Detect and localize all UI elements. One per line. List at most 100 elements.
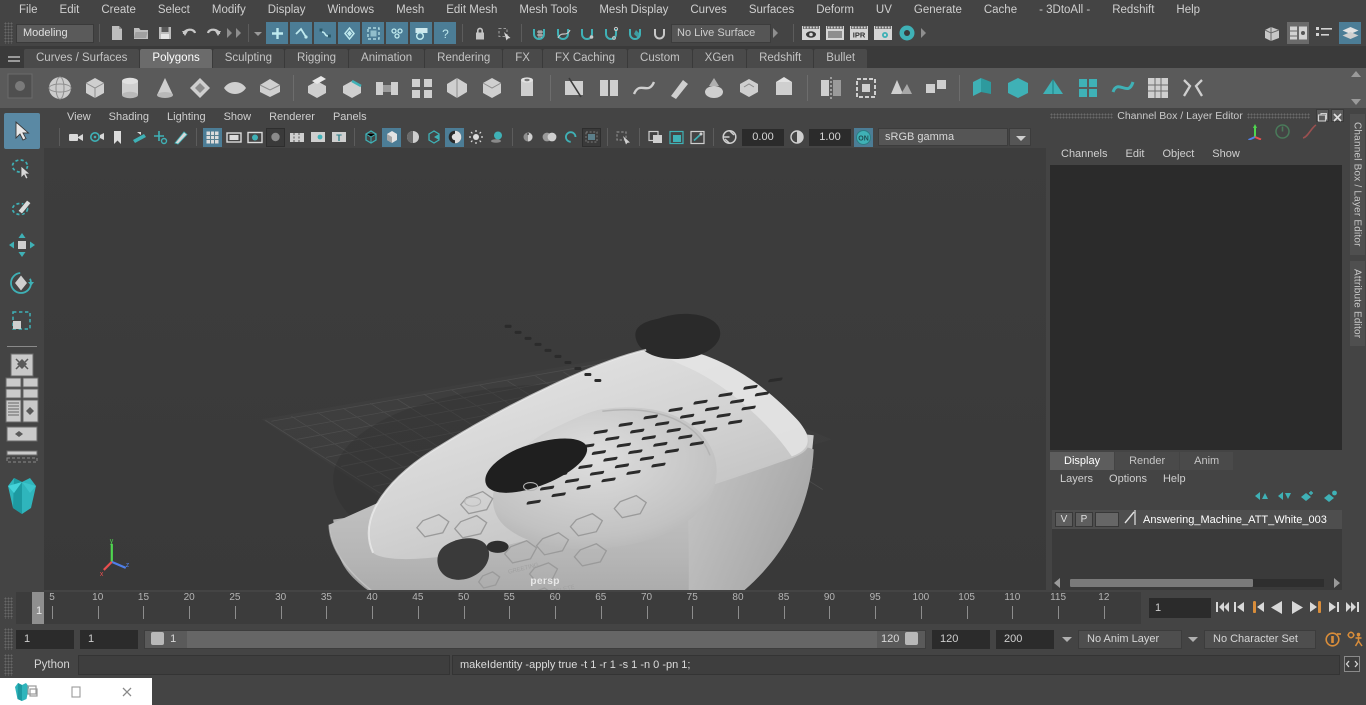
menu-item-3dtoall[interactable]: - 3DtoAll - — [1028, 0, 1101, 20]
view-transform-enabled-icon[interactable]: ON — [854, 127, 873, 147]
poly-pipe-icon[interactable] — [511, 72, 543, 104]
time-slider-gripper[interactable] — [4, 597, 13, 619]
reduce-icon[interactable] — [885, 72, 917, 104]
triangulate-icon[interactable] — [1037, 72, 1069, 104]
poly-extrude-icon[interactable] — [301, 72, 333, 104]
new-layer-from-selected-icon[interactable] — [1323, 489, 1338, 507]
range-end-handle[interactable]: 120 — [877, 630, 925, 648]
show-hide-channel-box-icon[interactable] — [1339, 22, 1361, 44]
film-origin-icon[interactable] — [287, 128, 306, 147]
layer-menu-help[interactable]: Help — [1155, 473, 1194, 485]
menu-item-windows[interactable]: Windows — [316, 0, 385, 20]
shelf-tab-animation[interactable]: Animation — [349, 49, 425, 68]
gate-mask-icon[interactable] — [266, 127, 285, 147]
viewport-menu-view[interactable]: View — [58, 108, 100, 126]
go-to-start-icon[interactable] — [1215, 600, 1230, 616]
range-start-handle[interactable]: 1 — [145, 630, 187, 648]
panel-drag-handle-right[interactable] — [1246, 112, 1310, 119]
grease-pencil-icon[interactable] — [171, 128, 190, 147]
collapse-selection-group-icon[interactable] — [234, 23, 243, 43]
move-tool[interactable] — [4, 227, 40, 263]
hypershade-icon[interactable] — [896, 22, 918, 44]
crease-icon[interactable] — [628, 72, 660, 104]
step-forward-keyframe-icon[interactable] — [1327, 600, 1342, 616]
close-icon[interactable] — [101, 678, 152, 705]
render-sequence-icon[interactable] — [824, 22, 846, 44]
menu-item-edit[interactable]: Edit — [49, 0, 91, 20]
quadrangulate-icon[interactable] — [1072, 72, 1104, 104]
shelf-tab-xgen[interactable]: XGen — [692, 49, 747, 68]
render-view-icon[interactable] — [800, 22, 822, 44]
persp-graph-layout-icon[interactable] — [5, 423, 39, 445]
poly-cylinder-icon[interactable] — [114, 72, 146, 104]
move-layer-up-icon[interactable] — [1254, 489, 1269, 507]
shelf-options-icon[interactable] — [6, 72, 36, 102]
image-plane-icon[interactable] — [129, 128, 148, 147]
snap-to-curve-icon[interactable] — [552, 22, 574, 44]
scroll-right-icon[interactable] — [1334, 578, 1340, 588]
show-hide-tool-settings-icon[interactable] — [1313, 22, 1335, 44]
single-perspective-view-icon[interactable] — [5, 353, 39, 377]
render-settings-icon[interactable] — [872, 22, 894, 44]
multisample-icon[interactable] — [561, 128, 580, 147]
step-back-frame-icon[interactable] — [1251, 600, 1266, 616]
viewport-3d-scene[interactable]: GREETING DELETE · — [44, 148, 1046, 590]
range-handle-grip[interactable] — [151, 632, 164, 646]
viewport-menu-lighting[interactable]: Lighting — [158, 108, 215, 126]
play-backwards-icon[interactable] — [1269, 600, 1286, 616]
panel-drag-handle[interactable] — [1050, 112, 1114, 119]
menu-item-display[interactable]: Display — [257, 0, 317, 20]
viewport-menu-renderer[interactable]: Renderer — [260, 108, 324, 126]
grid-toggle-icon[interactable] — [203, 127, 222, 147]
poly-sphere-icon[interactable] — [44, 72, 76, 104]
animation-end-field[interactable]: 200 — [996, 629, 1054, 649]
poly-booleans-icon[interactable] — [476, 72, 508, 104]
play-forwards-icon[interactable] — [1289, 600, 1306, 616]
persp-outliner-layout-icon[interactable] — [5, 399, 39, 423]
undock-icon[interactable] — [1316, 109, 1329, 122]
ipr-render-icon[interactable]: IPR — [848, 22, 870, 44]
snap-to-view-plane-icon[interactable] — [624, 22, 646, 44]
shaded-wireframe-icon[interactable] — [403, 128, 422, 147]
wireframe-icon[interactable] — [361, 128, 380, 147]
poly-type-icon[interactable] — [698, 72, 730, 104]
poly-cone-icon[interactable] — [149, 72, 181, 104]
scrollbar-track[interactable] — [1070, 579, 1324, 587]
menu-item-deform[interactable]: Deform — [805, 0, 865, 20]
menu-item-cache[interactable]: Cache — [973, 0, 1028, 20]
menu-item-help[interactable]: Help — [1165, 0, 1211, 20]
camera-attributes-icon[interactable] — [87, 128, 106, 147]
maximize-icon[interactable] — [51, 678, 102, 705]
command-input[interactable] — [78, 655, 450, 675]
live-surface-field[interactable]: No Live Surface — [671, 23, 771, 43]
poly-wedge-icon[interactable] — [441, 72, 473, 104]
shelf-tab-rendering[interactable]: Rendering — [425, 49, 503, 68]
menu-set-selector[interactable]: Modeling — [16, 23, 94, 43]
scrollbar-thumb[interactable] — [1070, 579, 1253, 587]
shelf-scroll-arrows[interactable] — [1348, 70, 1364, 106]
command-language-label[interactable]: Python — [16, 659, 78, 671]
viewport-menu-panels[interactable]: Panels — [324, 108, 376, 126]
poly-soccer-ball-icon[interactable] — [1107, 72, 1139, 104]
scroll-left-icon[interactable] — [1054, 578, 1060, 588]
dock-tab-attribute-editor[interactable]: Attribute Editor — [1349, 260, 1365, 347]
dock-tab-channel-box[interactable]: Channel Box / Layer Editor — [1349, 114, 1365, 255]
deform-mask-icon[interactable] — [386, 22, 408, 44]
poly-plane-icon[interactable] — [219, 72, 251, 104]
character-set-selector[interactable]: No Character Set — [1204, 629, 1316, 649]
poly-prism-icon[interactable] — [768, 72, 800, 104]
menu-item-redshift[interactable]: Redshift — [1101, 0, 1165, 20]
viewport-menu-shading[interactable]: Shading — [100, 108, 158, 126]
menu-item-modify[interactable]: Modify — [201, 0, 257, 20]
xray-joints-icon[interactable] — [646, 128, 665, 147]
view-transform-icon[interactable] — [688, 128, 707, 147]
exposure-icon[interactable] — [720, 128, 739, 147]
gamma-field[interactable]: 1.00 — [809, 128, 851, 146]
shelf-tab-curves-surfaces[interactable]: Curves / Surfaces — [24, 49, 140, 68]
layer-menu-layers[interactable]: Layers — [1052, 473, 1101, 485]
shelf-tab-sculpting[interactable]: Sculpting — [212, 49, 285, 68]
range-bar[interactable]: 1 120 — [144, 629, 926, 649]
smooth-icon[interactable] — [1002, 72, 1034, 104]
target-weld-icon[interactable] — [593, 72, 625, 104]
speed-icon[interactable] — [1274, 123, 1291, 145]
